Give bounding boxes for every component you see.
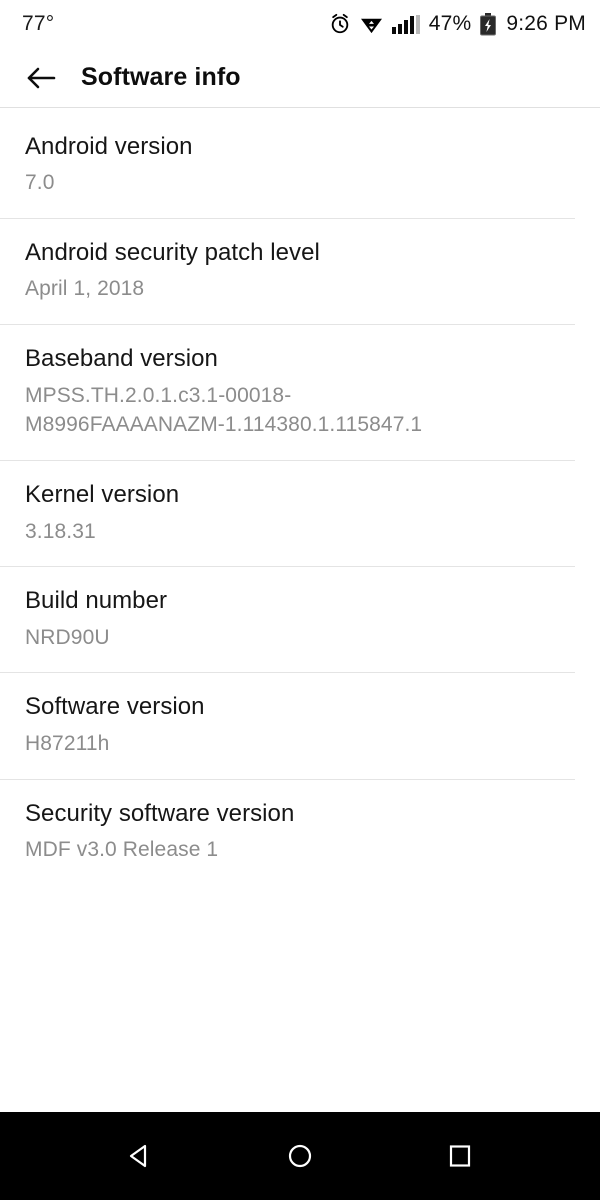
list-item-build-number[interactable]: Build number NRD90U <box>0 566 600 672</box>
battery-percent-label: 47% <box>428 12 472 35</box>
item-title: Android security patch level <box>25 239 320 267</box>
alarm-clock-icon <box>329 13 351 35</box>
app-bar: Software info <box>0 48 600 108</box>
list-item-android-version[interactable]: Android version 7.0 <box>0 112 600 218</box>
cellular-signal-icon <box>391 14 420 34</box>
status-bar-icons: 47% 9:26 PM <box>329 12 586 36</box>
item-value: MDF v3.0 Release 1 <box>25 837 219 861</box>
back-arrow-icon[interactable] <box>24 61 58 95</box>
battery-charging-icon <box>480 12 497 36</box>
item-value: April 1, 2018 <box>25 277 145 301</box>
list-item-android-security-patch-level[interactable]: Android security patch level April 1, 20… <box>0 218 600 324</box>
software-info-screen: 77° 47% 9:26 PM Software info Android ve… <box>0 0 600 1200</box>
status-bar: 77° 47% 9:26 PM <box>0 0 600 48</box>
item-title: Build number <box>25 587 168 615</box>
list-item-kernel-version[interactable]: Kernel version 3.18.31 <box>0 460 600 566</box>
wifi-icon <box>360 14 383 35</box>
item-value: 7.0 <box>25 171 55 195</box>
item-title: Baseband version <box>25 345 218 373</box>
item-title: Kernel version <box>25 481 180 509</box>
status-bar-clock: 9:26 PM <box>506 12 586 35</box>
nav-recents-square-icon[interactable] <box>427 1123 493 1189</box>
page-title: Software info <box>81 63 241 91</box>
item-title: Android version <box>25 133 193 160</box>
software-info-list: Android version 7.0 Android security pat… <box>0 108 600 1112</box>
nav-home-circle-icon[interactable] <box>267 1123 333 1189</box>
item-title: Software version <box>25 693 205 721</box>
item-value: MPSS.TH.2.0.1.c3.1-00018-M8996FAAAANAZM-… <box>25 383 423 437</box>
nav-back-triangle-icon[interactable] <box>107 1123 173 1189</box>
list-item-baseband-version[interactable]: Baseband version MPSS.TH.2.0.1.c3.1-0001… <box>0 324 600 460</box>
item-value: H87211h <box>25 731 110 755</box>
list-item-security-software-version[interactable]: Security software version MDF v3.0 Relea… <box>0 778 600 885</box>
item-title: Security software version <box>25 799 295 827</box>
android-navigation-bar <box>0 1112 600 1200</box>
item-value: NRD90U <box>25 625 110 649</box>
item-value: 3.18.31 <box>25 519 96 543</box>
list-item-software-version[interactable]: Software version H87211h <box>0 672 600 778</box>
weather-temperature: 77° <box>22 12 55 35</box>
